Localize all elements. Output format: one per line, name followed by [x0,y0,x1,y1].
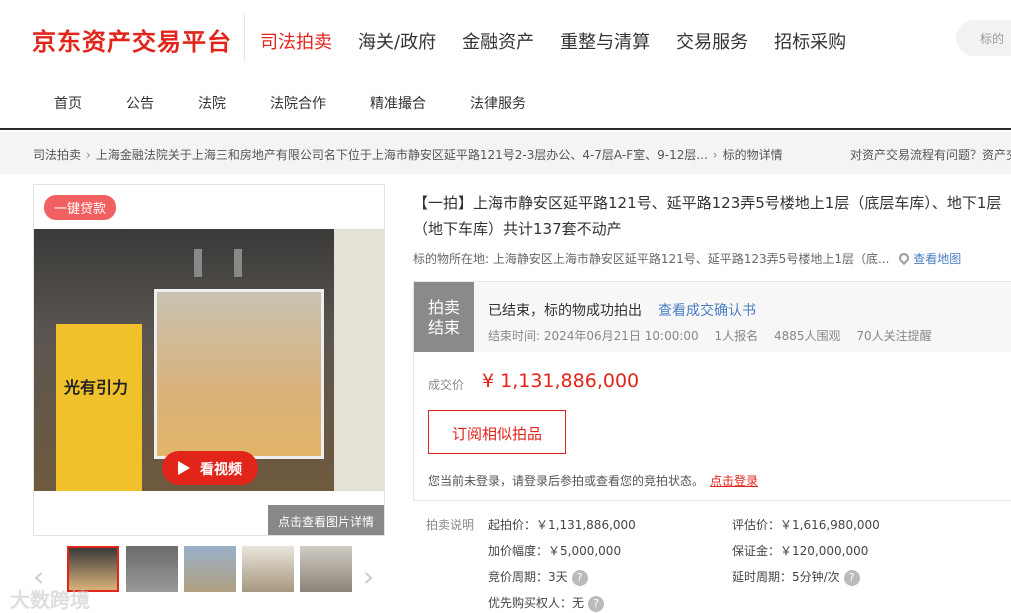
delay-period: 延时周期：5分钟/次 [732,570,840,584]
appraisal-price: 评估价：￥1,616,980,000 [732,518,880,532]
loan-badge[interactable]: 一键贷款 [44,195,117,220]
status-row: 拍卖 结束 已结束，标的物成功拍出 查看成交确认书 结束时间: 2024年06月2… [414,282,1011,352]
status-text: 已结束，标的物成功拍出 [488,303,642,319]
location-value: 上海静安区上海市静安区延平路121号、延平路123弄5号楼地上1层（底... [492,252,890,266]
location-label: 标的物所在地: [413,252,490,266]
price-label: 成交价 [428,378,465,392]
nav-customs-government[interactable]: 海关/政府 [358,28,436,54]
bid-period: 竞价周期：3天 [488,570,568,584]
nav-trade-services[interactable]: 交易服务 [676,28,748,54]
status-badge-line1: 拍卖 [427,298,460,317]
deal-price: ¥ 1,131,886,000 [482,370,640,392]
nav-financial-assets[interactable]: 金融资产 [462,28,534,54]
delay-period-row: 延时周期：5分钟/次? [732,568,860,586]
lamp-icon [194,249,202,277]
subnav-home[interactable]: 首页 [54,93,82,113]
main-photo[interactable]: 光有引力 看视频 [34,229,384,491]
breadcrumb-item-current: 标的物详情 [722,148,783,162]
image-gallery: 一键贷款 光有引力 看视频 点击查看图片详情 [33,184,385,536]
priority-row: 优先购买权人：无? [488,594,605,612]
banner-text: 光有引力 [64,378,129,397]
chevron-right-icon[interactable]: › [363,560,374,593]
login-link[interactable]: 点击登录 [710,474,758,488]
sub-nav: 首页 公告 法院 法院合作 精准撮合 法律服务 [54,93,570,113]
photo-banner: 光有引力 [56,324,142,491]
subnav-legal-services[interactable]: 法律服务 [470,93,526,113]
login-note-text: 您当前未登录，请登录后参拍或查看您的竞拍状态。 [428,474,705,488]
bid-increment: 加价幅度：￥5,000,000 [488,544,622,558]
status-badge: 拍卖 结束 [414,282,474,352]
play-video-button[interactable]: 看视频 [162,451,258,485]
breadcrumb-item-auction[interactable]: 司法拍卖 [33,148,81,162]
thumbnail[interactable] [300,546,352,592]
play-label: 看视频 [200,462,242,478]
info-label: 拍卖说明 [426,518,475,532]
chevron-right-icon: › [712,148,718,162]
follower-count: 70人关注提醒 [856,329,932,343]
question-icon[interactable]: ? [588,595,605,612]
site-logo[interactable]: 京东资产交易平台 [32,22,232,57]
question-icon[interactable]: ? [571,569,588,586]
login-note: 您当前未登录，请登录后参拍或查看您的竞拍状态。 点击登录 [428,472,758,489]
subscribe-button[interactable]: 订阅相似拍品 [428,410,566,454]
site-header: 京东资产交易平台 司法拍卖 海关/政府 金融资产 重整与清算 交易服务 招标采购… [0,0,1011,130]
deposit: 保证金：￥120,000,000 [732,544,869,558]
search-input[interactable]: 标的 [956,20,1011,56]
view-pictures-button[interactable]: 点击查看图片详情 [268,505,384,535]
play-icon [178,461,190,475]
help-link[interactable]: 对资产交易流程有问题？资产交 [850,146,1011,163]
item-title: 【一拍】上海市静安区延平路121号、延平路123弄5号楼地上1层（底层车库）、地… [413,194,1002,238]
logo-divider [244,14,245,62]
view-count: 4885人围观 [773,329,841,343]
chevron-right-icon: › [86,148,91,162]
start-price: 起拍价：￥1,131,886,000 [488,518,636,532]
breadcrumb-bar: 司法拍卖 › 上海金融法院关于上海三和房地产有限公司名下位于上海市静安区延平路121… [0,132,1011,174]
map-pin-icon [897,250,912,266]
end-time: 结束时间: 2024年06月21日 10:00:00 [488,329,699,343]
main-nav: 司法拍卖 海关/政府 金融资产 重整与清算 交易服务 招标采购 [260,28,872,54]
view-map-link[interactable]: 查看地图 [913,252,961,266]
subnav-matching[interactable]: 精准撮合 [370,93,426,113]
photo-wall [334,229,384,491]
question-icon[interactable]: ? [843,569,860,586]
thumbnail[interactable] [126,546,178,592]
nav-procurement[interactable]: 招标采购 [774,28,846,54]
auction-status-panel: 拍卖 结束 已结束，标的物成功拍出 查看成交确认书 结束时间: 2024年06月2… [413,281,1011,501]
priority-buyer: 优先购买权人：无 [488,596,585,610]
subnav-announcements[interactable]: 公告 [126,93,154,113]
photo-door [154,289,324,459]
breadcrumb-item-announcement[interactable]: 上海金融法院关于上海三和房地产有限公司名下位于上海市静安区延平路121号2-3层… [96,148,708,162]
status-badge-line2: 结束 [427,318,460,337]
thumbnail[interactable] [242,546,294,592]
confirmation-link[interactable]: 查看成交确认书 [658,303,756,319]
breadcrumb: 司法拍卖 › 上海金融法院关于上海三和房地产有限公司名下位于上海市静安区延平路121… [33,146,783,163]
subnav-court-cooperation[interactable]: 法院合作 [270,93,326,113]
lamp-icon [234,249,242,277]
item-location: 标的物所在地: 上海静安区上海市静安区延平路121号、延平路123弄5号楼地上1… [413,250,961,267]
subnav-courts[interactable]: 法院 [198,93,226,113]
bid-period-row: 竞价周期：3天? [488,568,588,586]
signup-count: 1人报名 [714,329,759,343]
status-message: 已结束，标的物成功拍出 查看成交确认书 [488,300,756,320]
nav-judicial-auction[interactable]: 司法拍卖 [260,28,332,54]
nav-restructuring[interactable]: 重整与清算 [560,28,650,54]
watermark: 大数跨境 [10,588,90,612]
status-meta: 结束时间: 2024年06月21日 10:00:00 1人报名 4885人围观 … [488,327,944,344]
thumbnail[interactable] [184,546,236,592]
